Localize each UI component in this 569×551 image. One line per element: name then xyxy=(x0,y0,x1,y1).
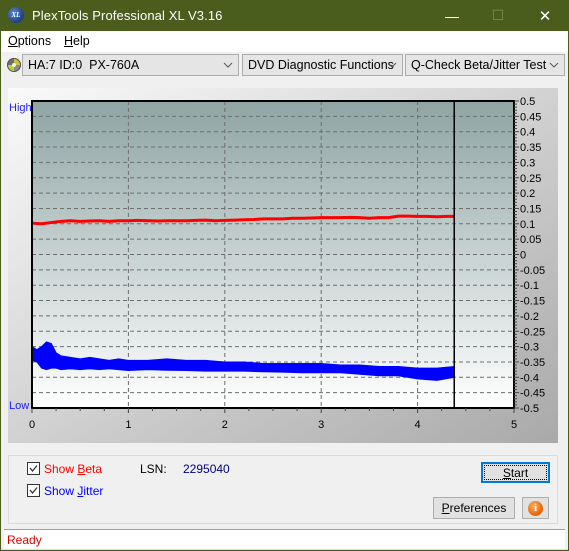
window-bottom-edge xyxy=(1,549,568,550)
y-tick-label: 0.45 xyxy=(520,111,541,123)
x-tick-label: 2 xyxy=(222,419,228,431)
x-tick-label: 3 xyxy=(318,419,324,431)
show-jitter-label-pre: Show xyxy=(44,484,78,498)
app-logo-text: XL xyxy=(11,11,21,19)
preferences-button-accel: P xyxy=(441,501,450,515)
start-button[interactable]: Start xyxy=(481,462,550,483)
maximize-button[interactable]: ☐ xyxy=(475,0,521,31)
window-title: PlexTools Professional XL V3.16 xyxy=(32,8,223,23)
y-tick-label: -0.45 xyxy=(520,388,545,400)
menu-help-label: elp xyxy=(73,34,90,48)
start-button-accel: S xyxy=(502,465,511,480)
menu-options-accel: O xyxy=(8,34,18,48)
function-select-value: DVD Diagnostic Functions xyxy=(248,58,394,72)
show-beta-label-pre: Show xyxy=(44,462,78,476)
main-window: XL PlexTools Professional XL V3.16 — ☐ ✕… xyxy=(0,0,569,550)
preferences-button-label: references xyxy=(449,501,507,515)
menu-options-label: ptions xyxy=(17,34,52,48)
checkmark-icon xyxy=(29,487,38,495)
drive-select-value: HA:7 ID:0 PX-760A xyxy=(28,58,140,72)
chart-panel: 0.5 0.45 0.4 0.35 0.3 0.25 0.2 0.15 0.1 0.05 0 -0.0… xyxy=(8,88,558,443)
y-tick-label: 0.3 xyxy=(520,157,535,169)
show-beta-checkbox[interactable] xyxy=(27,462,40,475)
lsn-value: 2295040 xyxy=(183,462,230,476)
minimize-button[interactable]: — xyxy=(429,0,475,31)
info-button[interactable]: i xyxy=(522,497,549,519)
y-tick-label: -0.3 xyxy=(520,342,539,354)
preferences-button[interactable]: Preferences xyxy=(433,497,515,519)
beta-jitter-chart: 0.5 0.45 0.4 0.35 0.3 0.25 0.2 0.15 0.1 0.05 0 -0.0… xyxy=(8,88,558,443)
chevron-down-icon xyxy=(223,62,233,68)
title-bar: XL PlexTools Professional XL V3.16 — ☐ ✕ xyxy=(0,0,569,31)
y-tick-label: -0.2 xyxy=(520,311,539,323)
y-tick-label: 0 xyxy=(520,250,526,262)
drive-select[interactable]: HA:7 ID:0 PX-760A xyxy=(22,54,239,76)
menu-help-accel: H xyxy=(64,34,74,48)
high-label: High xyxy=(9,102,32,114)
y-tick-label: 0.2 xyxy=(520,188,535,200)
toolbar: HA:7 ID:0 PX-760A DVD Diagnostic Functio… xyxy=(1,52,568,80)
function-select[interactable]: DVD Diagnostic Functions xyxy=(242,54,403,76)
show-jitter-checkbox[interactable] xyxy=(27,484,40,497)
y-tick-label: -0.35 xyxy=(520,357,545,369)
y-tick-label: 0.25 xyxy=(520,173,541,185)
menu-bar: Options Help xyxy=(1,31,568,52)
y-tick-label: -0.25 xyxy=(520,326,545,338)
chevron-down-icon xyxy=(549,62,559,68)
lsn-label: LSN: xyxy=(140,462,167,476)
show-jitter-label-post: itter xyxy=(83,484,104,498)
y-tick-label: 0.1 xyxy=(520,219,535,231)
chevron-down-icon xyxy=(387,62,397,68)
x-tick-label: 4 xyxy=(415,419,421,431)
y-tick-label: 0.35 xyxy=(520,142,541,154)
app-logo-icon: XL xyxy=(8,7,24,23)
status-bar: Ready xyxy=(4,529,565,549)
menu-options[interactable]: Options xyxy=(8,34,51,48)
y-tick-label: -0.15 xyxy=(520,296,545,308)
y-tick-label: -0.05 xyxy=(520,265,545,277)
x-tick-label: 5 xyxy=(511,419,517,431)
test-select-value: Q-Check Beta/Jitter Test xyxy=(411,58,547,72)
close-icon: ✕ xyxy=(538,7,552,25)
start-button-label: tart xyxy=(510,465,529,480)
checkmark-icon xyxy=(29,465,38,473)
y-tick-label: 0.4 xyxy=(520,127,535,139)
y-tick-label: -0.5 xyxy=(520,403,539,415)
show-jitter-label[interactable]: Show Jitter xyxy=(44,484,103,498)
y-tick-label: 0.05 xyxy=(520,234,541,246)
disc-icon xyxy=(7,58,21,72)
show-beta-label-post: eta xyxy=(85,462,103,476)
info-icon-glyph: i xyxy=(533,502,538,514)
y-tick-label: -0.4 xyxy=(520,372,539,384)
test-select[interactable]: Q-Check Beta/Jitter Test xyxy=(405,54,565,76)
y-tick-label: -0.1 xyxy=(520,280,539,292)
y-tick-label: 0.15 xyxy=(520,203,541,215)
info-icon: i xyxy=(528,500,543,516)
menu-help[interactable]: Help xyxy=(64,34,90,48)
status-text: Ready xyxy=(7,533,42,547)
y-tick-label: 0.5 xyxy=(520,96,535,108)
close-button[interactable]: ✕ xyxy=(522,0,568,31)
show-beta-label[interactable]: Show Beta xyxy=(44,462,102,476)
maximize-icon: ☐ xyxy=(491,7,505,23)
x-tick-label: 1 xyxy=(125,419,131,431)
low-label: Low xyxy=(9,400,30,412)
minimize-icon: — xyxy=(445,7,459,24)
x-tick-label: 0 xyxy=(29,419,35,431)
